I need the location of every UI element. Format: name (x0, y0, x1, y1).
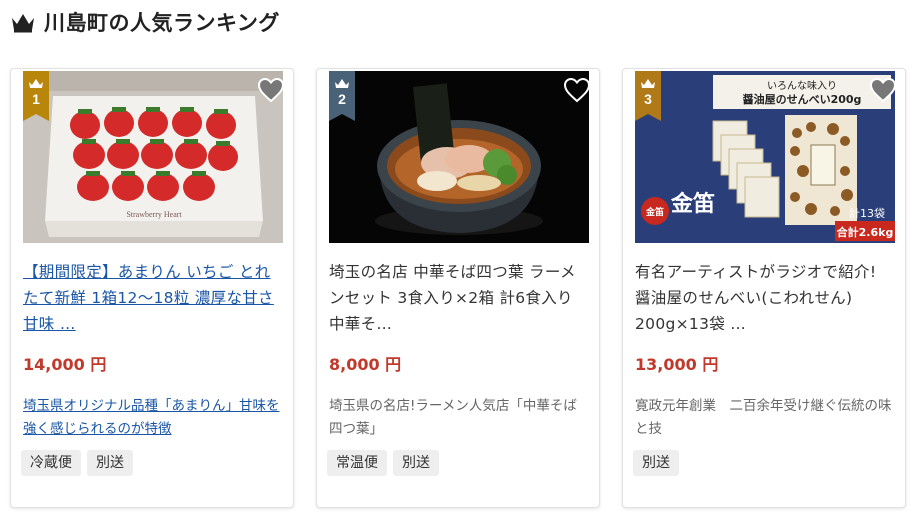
section-heading: 川島町の人気ランキング (10, 6, 280, 38)
product-title[interactable]: 埼玉の名店 中華そば四つ葉 ラーメンセット 3食入り×2箱 計6食入り 中華そ… (329, 259, 591, 337)
product-image-senbei[interactable]: いろんな味入り 醤油屋のせんべい200g 金笛 金笛 計13袋 合計2.6kg (635, 71, 895, 243)
tag-ambient: 常温便 (327, 450, 387, 476)
heart-icon[interactable] (563, 77, 591, 103)
ranking-card-3[interactable]: いろんな味入り 醤油屋のせんべい200g 金笛 金笛 計13袋 合計2.6kg … (622, 68, 906, 508)
tag-chilled: 冷蔵便 (21, 450, 81, 476)
product-description-link[interactable]: 埼玉県オリジナル品種「あまりん」甘味を強く感じられるのが特徴 (23, 395, 281, 441)
product-title[interactable]: 有名アーティストがラジオで紹介! 醤油屋のせんべい(こわれせん) 200g×13… (635, 259, 897, 337)
svg-text:いろんな味入り: いろんな味入り (767, 80, 837, 92)
tag-list: 別送 (633, 450, 679, 476)
product-description: 寛政元年創業 二百余年受け継ぐ伝統の味と技 (635, 398, 892, 437)
ranking-card-1[interactable]: Strawberry Heart 1 【期間限定】あまりん いちご とれたて新鮮… (10, 68, 294, 508)
box-label-text: Strawberry Heart (126, 210, 182, 219)
rank-badge: 2 (329, 71, 355, 121)
tag-separate: 別送 (393, 450, 439, 476)
heart-icon[interactable] (869, 77, 897, 103)
product-image-strawberry[interactable]: Strawberry Heart (23, 71, 283, 243)
product-image-ramen[interactable] (329, 71, 589, 243)
svg-text:合計2.6kg: 合計2.6kg (837, 225, 894, 239)
rank-badge: 1 (23, 71, 49, 121)
rank-badge: 3 (635, 71, 661, 121)
svg-text:醤油屋のせんべい200g: 醤油屋のせんべい200g (743, 92, 862, 106)
ranking-card-2[interactable]: 2 埼玉の名店 中華そば四つ葉 ラーメンセット 3食入り×2箱 計6食入り 中華… (316, 68, 600, 508)
tag-list: 冷蔵便 別送 (21, 450, 133, 476)
product-price: 8,000 円 (329, 355, 402, 374)
page-title: 川島町の人気ランキング (44, 11, 280, 35)
crown-icon (12, 14, 34, 33)
product-description: 埼玉県の名店!ラーメン人気店「中華そば 四つ葉」 (329, 398, 591, 437)
product-price: 14,000 円 (23, 355, 107, 374)
tag-separate: 別送 (87, 450, 133, 476)
svg-text:金笛: 金笛 (670, 191, 715, 217)
heart-icon[interactable] (257, 77, 285, 103)
svg-text:金笛: 金笛 (645, 206, 664, 218)
product-title-link[interactable]: 【期間限定】あまりん いちご とれたて新鮮 1箱12〜18粒 濃厚な甘さ 甘味 … (23, 259, 285, 337)
product-price: 13,000 円 (635, 355, 719, 374)
tag-list: 常温便 別送 (327, 450, 439, 476)
tag-separate: 別送 (633, 450, 679, 476)
svg-text:計13袋: 計13袋 (849, 206, 885, 220)
